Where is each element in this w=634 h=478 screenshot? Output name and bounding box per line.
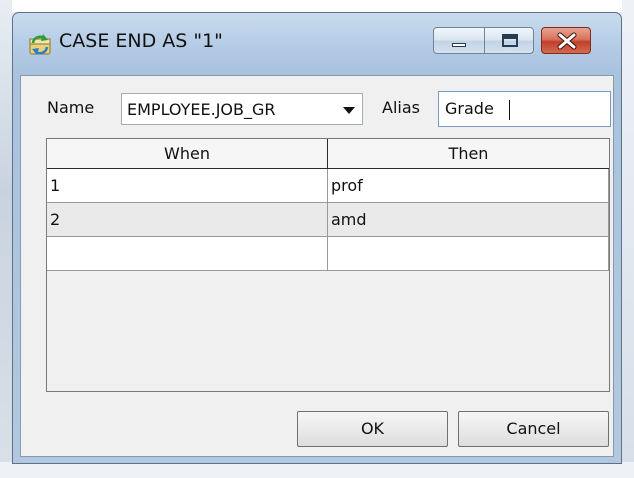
grid-row[interactable]: 1 prof <box>47 169 609 203</box>
desktop-top-strip <box>0 0 634 12</box>
then-cell[interactable]: amd <box>328 203 609 237</box>
chevron-down-icon[interactable] <box>342 106 356 116</box>
then-cell[interactable] <box>328 237 609 271</box>
text-caret <box>509 100 510 120</box>
dialog-client-area: Name EMPLOYEE.JOB_GR Alias Grade When Th… <box>20 75 614 457</box>
desktop-bottom-strip <box>0 462 634 478</box>
title-bar[interactable]: CASE END AS "1" <box>13 13 621 75</box>
close-button[interactable] <box>541 27 591 54</box>
name-combobox[interactable]: EMPLOYEE.JOB_GR <box>121 93 363 125</box>
cancel-button[interactable]: Cancel <box>458 411 609 447</box>
grid-row-new[interactable] <box>47 237 609 271</box>
when-cell[interactable]: 1 <box>47 169 328 203</box>
maximize-icon <box>502 34 518 47</box>
when-cell[interactable]: 2 <box>47 203 328 237</box>
when-cell[interactable] <box>47 237 328 271</box>
ok-button[interactable]: OK <box>297 411 448 447</box>
column-header-when[interactable]: When <box>47 139 328 169</box>
window-title: CASE END AS "1" <box>59 30 223 52</box>
maximize-button[interactable] <box>484 27 534 54</box>
column-header-then[interactable]: Then <box>328 139 609 169</box>
refresh-db-icon <box>27 31 53 57</box>
close-icon <box>557 32 577 50</box>
minimize-button[interactable] <box>433 27 485 54</box>
then-cell[interactable]: prof <box>328 169 609 203</box>
name-label: Name <box>47 98 95 117</box>
grid-row[interactable]: 2 amd <box>47 203 609 237</box>
case-dialog: CASE END AS "1" Name EMPLOYEE.JOB_GR Ali… <box>12 12 622 464</box>
desktop-right-strip <box>622 0 634 478</box>
desktop-left-strip <box>0 0 12 478</box>
minimize-icon <box>452 43 466 47</box>
alias-input-value: Grade <box>445 99 494 118</box>
case-grid[interactable]: When Then 1 prof 2 amd <box>46 138 610 392</box>
name-combobox-value: EMPLOYEE.JOB_GR <box>127 100 276 119</box>
alias-input[interactable]: Grade <box>438 91 611 127</box>
alias-label: Alias <box>382 98 420 117</box>
